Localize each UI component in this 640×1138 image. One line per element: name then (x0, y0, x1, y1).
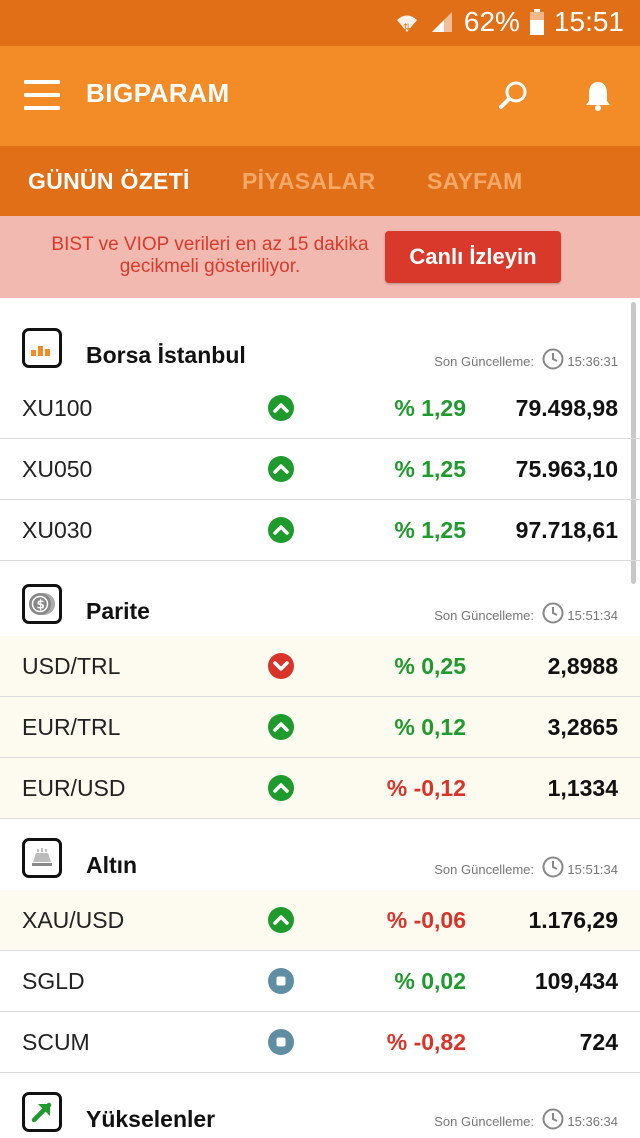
update-label: Son Güncelleme: (434, 1114, 534, 1129)
instrument-value: 1.176,29 (528, 907, 618, 933)
section-title: Borsa İstanbul (86, 342, 246, 368)
table-row[interactable]: XAU/USD % -0,06 1.176,29 (0, 890, 640, 951)
battery-percent: 62% (463, 6, 520, 37)
change-percent: % 1,29 (394, 395, 466, 421)
clock-icon (542, 856, 564, 883)
instrument-value: 75.963,10 (515, 456, 618, 482)
delay-notice: BIST ve VIOP verileri en az 15 dakika ge… (0, 216, 640, 298)
section-header[interactable]: Borsa İstanbul Son Güncelleme: 15:36:31 (0, 298, 640, 378)
update-time: 15:36:31 (567, 354, 618, 369)
wifi-icon: ⇅ (394, 10, 420, 34)
clock-icon (542, 602, 564, 629)
section-altin: Altın Son Güncelleme: 15:51:34 XAU/USD %… (0, 818, 640, 1073)
instrument-value: 724 (579, 1029, 618, 1055)
clock-icon (542, 1108, 564, 1135)
change-percent: % 1,25 (394, 456, 466, 482)
section-title: Yükselenler (86, 1106, 216, 1132)
table-row[interactable]: EUR/TRL % 0,12 3,2865 (0, 697, 640, 758)
instrument-value: 2,8988 (547, 653, 618, 679)
app-title: BIGPARAM (86, 78, 230, 108)
change-percent: % -0,82 (386, 1029, 466, 1055)
section-parite: $ Parite Son Güncelleme: 15:51:34 USD/TR… (0, 560, 640, 819)
tab-gunun-ozeti[interactable]: GÜNÜN ÖZETİ (28, 168, 190, 195)
instrument-name: EUR/USD (22, 775, 126, 801)
update-label: Son Güncelleme: (434, 862, 534, 877)
update-label: Son Güncelleme: (434, 608, 534, 623)
search-icon[interactable] (494, 76, 534, 116)
instrument-name: SCUM (22, 1029, 90, 1055)
change-percent: % -0,06 (386, 907, 466, 933)
menu-icon[interactable] (24, 80, 60, 110)
instrument-name: XAU/USD (22, 907, 125, 933)
instrument-value: 109,434 (534, 968, 618, 994)
coin-icon: $ (22, 584, 62, 624)
update-time: 15:51:34 (567, 608, 618, 623)
instrument-name: USD/TRL (22, 653, 121, 679)
up-arrow-icon (268, 907, 294, 933)
change-percent: % -0,12 (386, 775, 466, 801)
instrument-name: EUR/TRL (22, 714, 121, 740)
up-arrow-icon (268, 714, 294, 740)
update-time: 15:51:34 (567, 862, 618, 877)
unchanged-icon (268, 968, 294, 994)
clock-icon (542, 348, 564, 375)
table-row[interactable]: SGLD % 0,02 109,434 (0, 951, 640, 1012)
trend-up-icon (22, 1092, 62, 1132)
svg-text:$: $ (37, 598, 45, 612)
section-header[interactable]: Altın Son Güncelleme: 15:51:34 (0, 818, 640, 890)
table-row[interactable]: XU050 % 1,25 75.963,10 (0, 439, 640, 500)
signal-icon (430, 10, 454, 34)
instrument-value: 3,2865 (547, 714, 618, 740)
section-title: Altın (86, 852, 138, 878)
app-bar: BIGPARAM (0, 46, 640, 146)
tab-sayfam[interactable]: SAYFAM (427, 168, 523, 195)
section-title: Parite (86, 598, 150, 624)
instrument-name: XU030 (22, 517, 93, 543)
status-bar: ⇅ 62% 15:51 (0, 0, 640, 46)
change-percent: % 0,12 (394, 714, 466, 740)
table-row[interactable]: XU100 % 1,29 79.498,98 (0, 378, 640, 439)
section-header[interactable]: $ Parite Son Güncelleme: 15:51:34 (0, 560, 640, 636)
instrument-value: 79.498,98 (515, 395, 618, 421)
change-percent: % 1,25 (394, 517, 466, 543)
table-row[interactable]: XU030 % 1,25 97.718,61 (0, 500, 640, 561)
battery-icon (529, 9, 544, 35)
down-arrow-icon (268, 653, 294, 679)
bell-icon[interactable] (578, 76, 618, 116)
table-row[interactable]: SCUM % -0,82 724 (0, 1012, 640, 1073)
up-arrow-icon (268, 517, 294, 543)
clock-time: 15:51 (553, 6, 624, 37)
tab-bar: GÜNÜN ÖZETİ PİYASALAR SAYFAM (0, 146, 640, 216)
section-yukselenler: Yükselenler Son Güncelleme: 15:36:34 (0, 1070, 640, 1138)
svg-text:⇅: ⇅ (403, 23, 411, 33)
section-borsa-istanbul: Borsa İstanbul Son Güncelleme: 15:36:31 … (0, 298, 640, 561)
instrument-value: 97.718,61 (515, 517, 618, 543)
up-arrow-icon (268, 395, 294, 421)
market-summary: Borsa İstanbul Son Güncelleme: 15:36:31 … (0, 298, 640, 1138)
unchanged-icon (268, 1029, 294, 1055)
bar-chart-icon (22, 328, 62, 368)
up-arrow-icon (268, 775, 294, 801)
delay-notice-text: BIST ve VIOP verileri en az 15 dakika ge… (51, 234, 369, 277)
change-percent: % 0,02 (394, 968, 466, 994)
change-percent: % 0,25 (394, 653, 466, 679)
up-arrow-icon (268, 456, 294, 482)
table-row[interactable]: USD/TRL % 0,25 2,8988 (0, 636, 640, 697)
section-header[interactable]: Yükselenler Son Güncelleme: 15:36:34 (0, 1070, 640, 1138)
instrument-name: XU100 (22, 395, 93, 421)
update-label: Son Güncelleme: (434, 354, 534, 369)
instrument-name: SGLD (22, 968, 85, 994)
table-row[interactable]: EUR/USD % -0,12 1,1334 (0, 758, 640, 819)
live-watch-button[interactable]: Canlı İzleyin (385, 231, 561, 283)
update-time: 15:36:34 (567, 1114, 618, 1129)
instrument-value: 1,1334 (547, 775, 618, 801)
gold-bar-icon (22, 838, 62, 878)
tab-piyasalar[interactable]: PİYASALAR (242, 168, 376, 195)
instrument-name: XU050 (22, 456, 93, 482)
